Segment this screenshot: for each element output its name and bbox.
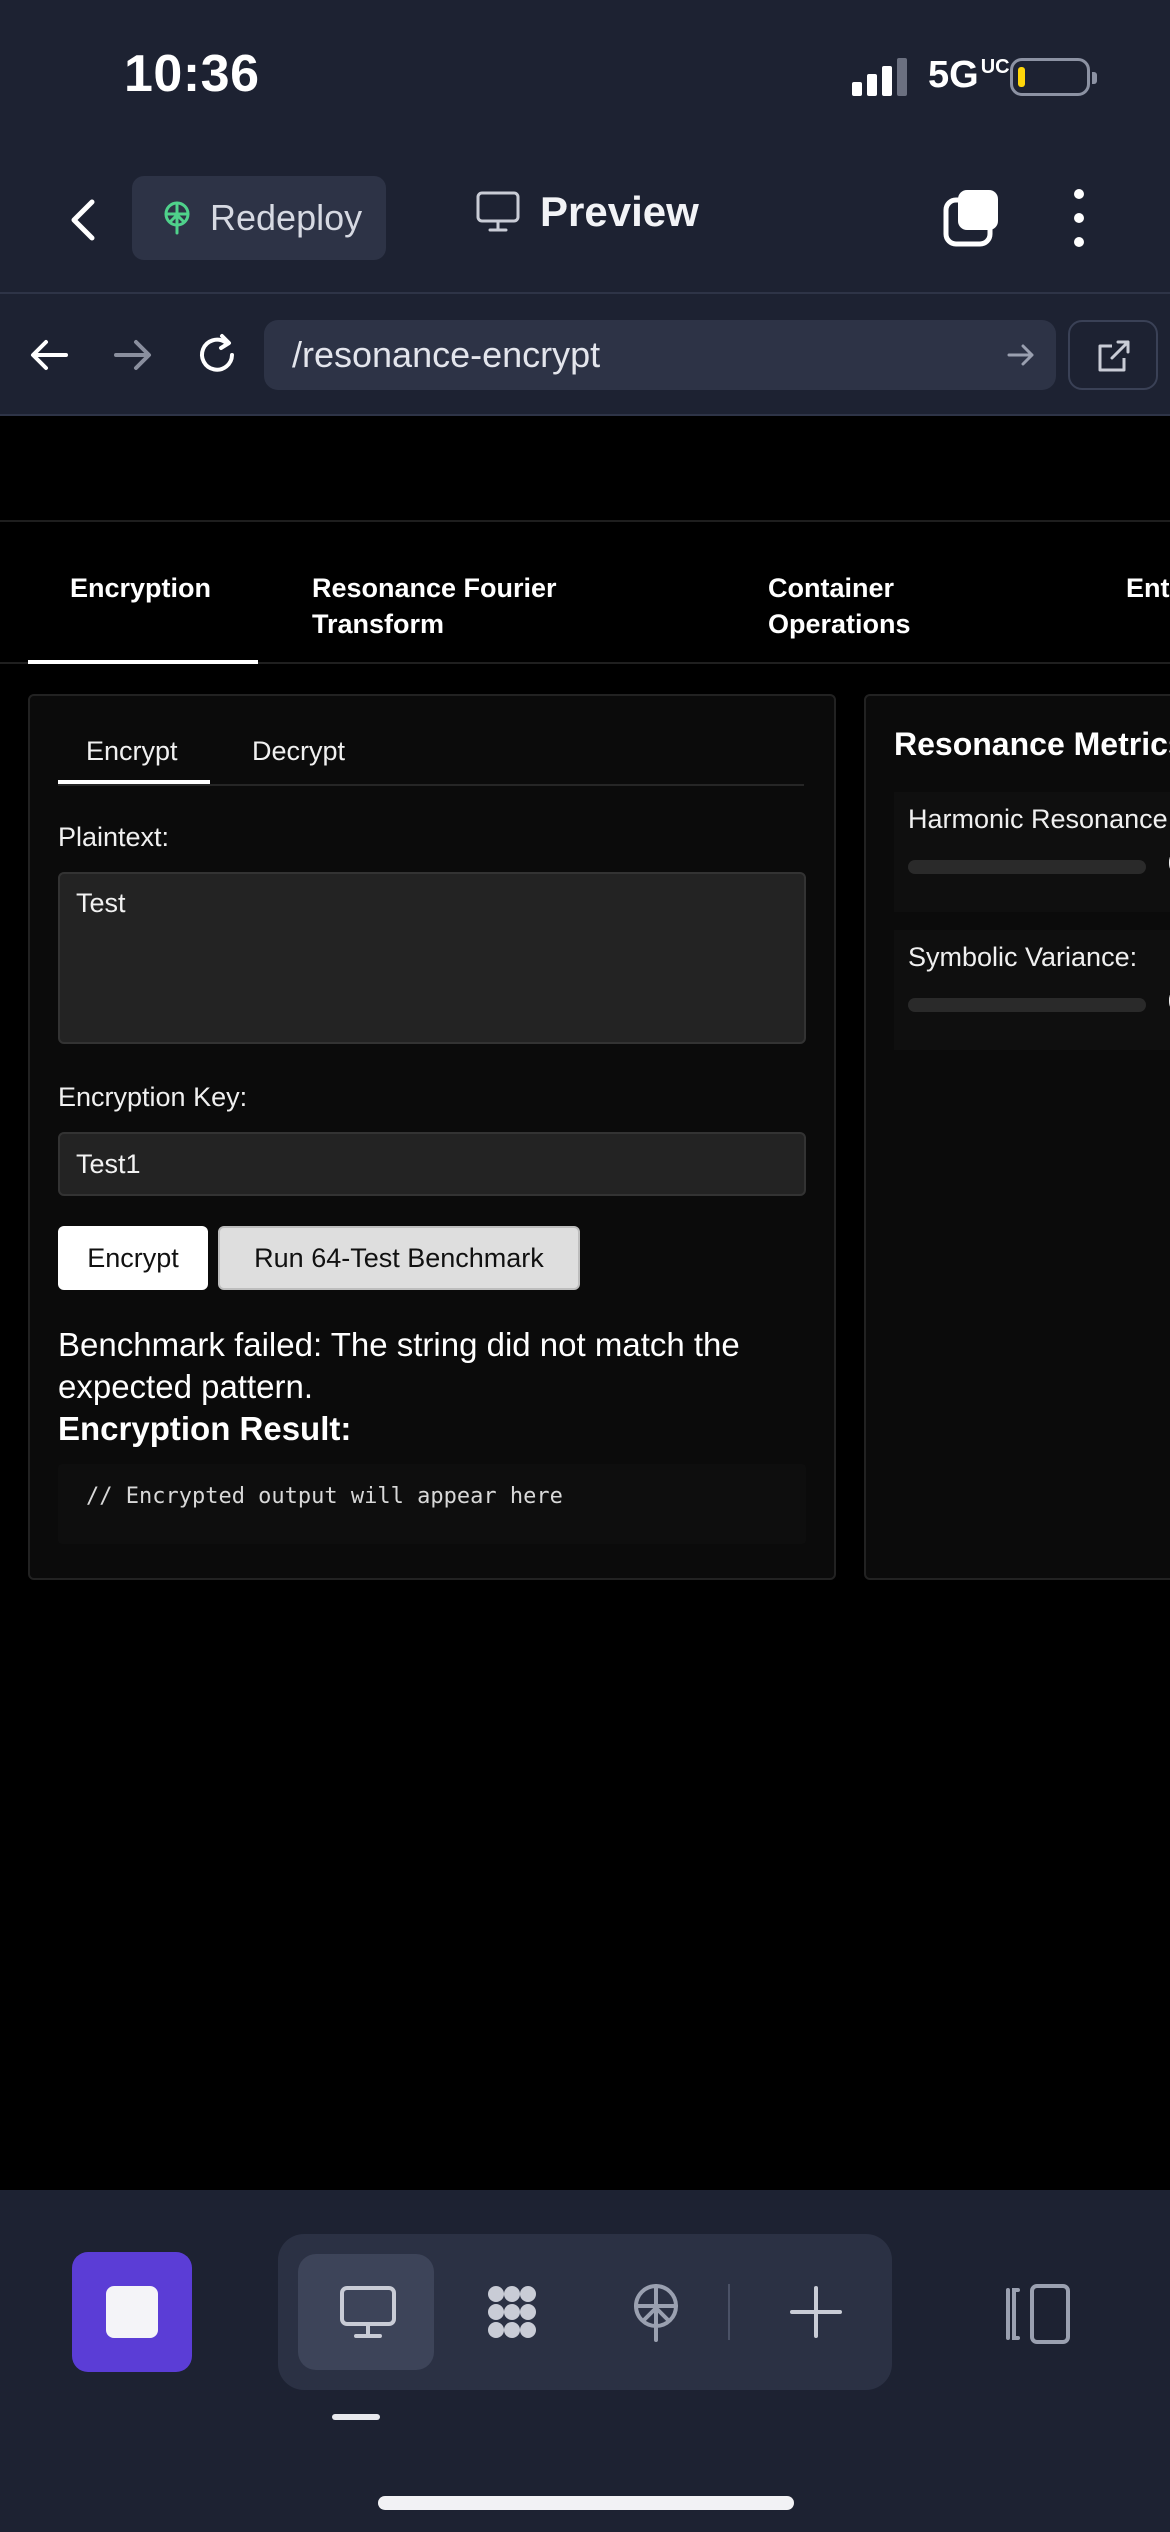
signal-icon [852,58,907,96]
metric-label: Symbolic Variance: [908,942,1138,972]
encryption-card: Encrypt Decrypt Plaintext: Test Encrypti… [28,694,836,1580]
arrow-left-icon[interactable] [26,332,72,378]
main-tabs: Encryption Resonance Fourier Transform C… [0,524,1170,664]
redeploy-button[interactable]: Redeploy [132,176,386,260]
monitor-icon [476,191,520,232]
tool-switcher [278,2234,892,2390]
apps-tool-button[interactable] [442,2254,578,2370]
encryption-key-input[interactable]: Test1 [58,1132,806,1196]
result-heading: Encryption Result: [58,1410,352,1447]
tab-entropy-generation[interactable]: Entropy Generation [1126,570,1170,606]
add-tool-button[interactable] [746,2254,882,2370]
battery-icon [1010,58,1097,96]
metrics-card: Resonance Metrics Harmonic Resonance: 0 … [864,694,1170,1580]
metric-symbolic-variance: Symbolic Variance: 0 [894,930,1170,1050]
result-output: // Encrypted output will appear here [58,1464,806,1544]
tab-entropy-label: Entropy Generation [1126,573,1170,603]
bottom-toolbar [0,2190,1170,2532]
home-indicator [378,2496,794,2510]
subtab-decrypt[interactable]: Decrypt [252,736,345,767]
external-link-icon [1098,340,1130,372]
benchmark-error-message: Benchmark failed: The string did not mat… [58,1326,740,1405]
arrow-right-icon[interactable] [110,332,156,378]
apps-grid-icon [488,2286,536,2338]
metric-progress-track [908,860,1146,874]
tab-container-operations[interactable]: Container Operations [768,570,968,642]
url-text: /resonance-encrypt [292,334,601,375]
back-chevron-icon[interactable] [58,194,110,246]
plaintext-textarea[interactable]: Test [58,872,806,1044]
tabs-icon[interactable] [942,188,1002,248]
preview-title: Preview [476,188,699,236]
open-external-button[interactable] [1068,320,1158,390]
network-indicator: 5G UC [928,54,1010,96]
tab-encryption[interactable]: Encryption [70,570,211,606]
subtab-active-underline [58,780,210,784]
deploy-tool-button[interactable] [586,2254,722,2370]
deploy-icon [164,201,190,235]
url-bar: /resonance-encrypt [0,294,1170,416]
preview-label: Preview [540,188,699,235]
stop-icon [106,2286,158,2338]
stop-button[interactable] [72,2252,192,2372]
url-input[interactable]: /resonance-encrypt [264,320,1056,390]
sidebar-toggle-icon[interactable] [998,2282,1074,2346]
encrypt-decrypt-tabs: Encrypt Decrypt [58,726,804,786]
go-arrow-icon[interactable] [1006,340,1036,370]
encrypt-button[interactable]: Encrypt [58,1226,208,1290]
more-vertical-icon[interactable] [1064,186,1094,250]
benchmark-button[interactable]: Run 64-Test Benchmark [218,1226,580,1290]
status-time: 10:36 [124,45,260,103]
app-header: Redeploy Preview [0,160,1170,294]
plaintext-label: Plaintext: [58,822,170,852]
status-bar: 10:36 5G UC [0,0,1170,160]
tab-resonance-fourier-transform[interactable]: Resonance Fourier Transform [312,570,612,642]
network-sup: UC [980,56,1010,78]
tool-separator [728,2284,730,2340]
plus-icon [790,2286,842,2338]
subtab-encrypt[interactable]: Encrypt [86,736,178,767]
monitor-icon [340,2286,396,2338]
metrics-title: Resonance Metrics [894,726,1170,762]
deploy-icon [634,2284,678,2342]
metric-label: Harmonic Resonance: [908,804,1170,834]
preview-tool-button[interactable] [298,2254,434,2370]
metric-progress-track [908,998,1146,1012]
refresh-icon[interactable] [194,332,240,378]
page-header-strip [0,416,1170,522]
redeploy-label: Redeploy [210,197,363,238]
metric-harmonic-resonance: Harmonic Resonance: 0 [894,792,1170,912]
key-label: Encryption Key: [58,1082,248,1112]
active-tool-indicator [332,2414,380,2420]
active-tab-underline [28,660,258,664]
